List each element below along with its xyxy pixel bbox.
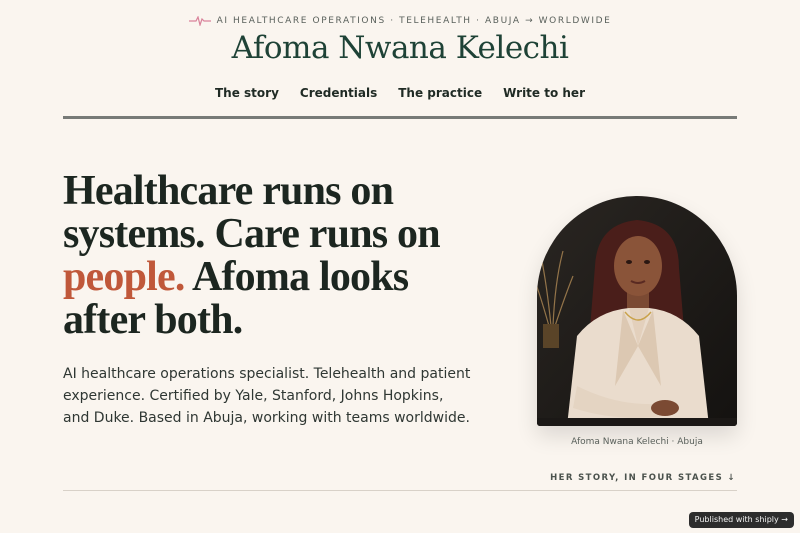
published-with-badge[interactable]: Published with shiply → bbox=[688, 512, 794, 528]
headline-part1: Healthcare runs on systems. Care runs on bbox=[63, 168, 441, 257]
nav-item-credentials[interactable]: Credentials bbox=[300, 86, 377, 100]
story-scroll-link[interactable]: HER STORY, IN FOUR STAGES ↓ bbox=[550, 473, 736, 483]
nav-item-write-to-her[interactable]: Write to her bbox=[503, 86, 585, 100]
site-title[interactable]: Afoma Nwana Kelechi bbox=[0, 30, 800, 66]
header-divider bbox=[63, 116, 737, 119]
heartbeat-pulse-icon bbox=[188, 16, 211, 26]
portrait-photo bbox=[537, 196, 737, 426]
main-nav: The story Credentials The practice Write… bbox=[0, 86, 800, 100]
headline-accent: people. bbox=[63, 254, 185, 300]
section-divider bbox=[63, 490, 737, 491]
header-eyebrow: AI HEALTHCARE OPERATIONS · TELEHEALTH · … bbox=[0, 16, 800, 26]
eyebrow-text: AI HEALTHCARE OPERATIONS · TELEHEALTH · … bbox=[216, 16, 612, 26]
portrait-caption: Afoma Nwana Kelechi · Abuja bbox=[571, 437, 703, 447]
hero-intro: AI healthcare operations specialist. Tel… bbox=[63, 366, 471, 426]
nav-item-the-practice[interactable]: The practice bbox=[398, 86, 482, 100]
nav-item-the-story[interactable]: The story bbox=[215, 86, 279, 100]
hero-headline: Healthcare runs on systems. Care runs on… bbox=[63, 170, 493, 342]
